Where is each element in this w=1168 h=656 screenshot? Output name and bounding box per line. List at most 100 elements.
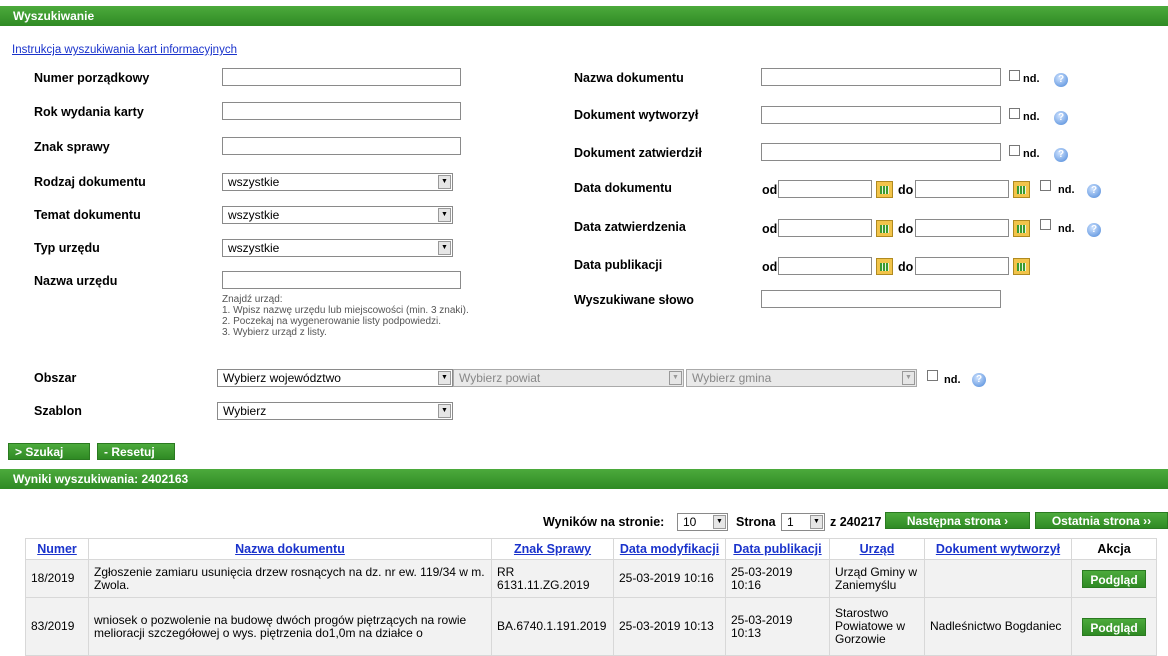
results-header: Wyniki wyszukiwania: 2402163 bbox=[0, 469, 1168, 489]
podglad-button[interactable]: Podgląd bbox=[1082, 617, 1146, 636]
table-header-row: Numer Nazwa dokumentu Znak Sprawy Data m… bbox=[25, 538, 1157, 560]
cell-wytworzyl bbox=[924, 559, 1072, 598]
wyszukiwane-slowo-label: Wyszukiwane słowo bbox=[574, 293, 694, 307]
col-data-publikacji[interactable]: Data publikacji bbox=[725, 538, 830, 560]
nd-label: nd. bbox=[1058, 184, 1075, 196]
wyszukiwane-slowo-input[interactable] bbox=[761, 290, 1001, 308]
help-icon[interactable]: ? bbox=[1087, 184, 1101, 198]
per-page-value: 10 bbox=[683, 515, 697, 529]
search-button[interactable]: > Szukaj bbox=[8, 443, 90, 460]
table-row: 83/2019 wniosek o pozwolenie na budowę d… bbox=[25, 597, 1157, 656]
cell-akcja: Podgląd bbox=[1071, 597, 1157, 656]
znak-input[interactable] bbox=[222, 137, 461, 155]
calendar-icon[interactable] bbox=[876, 181, 893, 198]
table-row: 18/2019 Zgłoszenie zamiaru usunięcia drz… bbox=[25, 559, 1157, 598]
calendar-icon[interactable] bbox=[1013, 258, 1030, 275]
nd-label: nd. bbox=[1023, 111, 1040, 123]
chevron-down-icon[interactable]: ▼ bbox=[713, 515, 726, 529]
nd-checkbox[interactable] bbox=[927, 370, 938, 381]
help-icon[interactable]: ? bbox=[1054, 73, 1068, 87]
nd-checkbox[interactable] bbox=[1009, 70, 1020, 81]
chevron-down-icon[interactable]: ▼ bbox=[438, 371, 451, 385]
nd-label: nd. bbox=[1023, 73, 1040, 85]
do-label: do bbox=[898, 260, 914, 274]
data-publikacji-od-input[interactable] bbox=[778, 257, 872, 275]
cell-nazwa: wniosek o pozwolenie na budowę dwóch pro… bbox=[88, 597, 492, 656]
page-label: Strona bbox=[736, 515, 776, 529]
cell-data-mod: 25-03-2019 10:13 bbox=[613, 597, 726, 656]
cell-data-publ: 25-03-2019 10:16 bbox=[725, 559, 830, 598]
data-zatwierdzenia-od-input[interactable] bbox=[778, 219, 872, 237]
cell-znak: BA.6740.1.191.2019 bbox=[491, 597, 614, 656]
cell-urzad: Starostwo Powiatowe w Gorzowie bbox=[829, 597, 925, 656]
nazwa-urzedu-input[interactable] bbox=[222, 271, 461, 289]
temat-select[interactable]: wszystkie ▼ bbox=[222, 206, 453, 224]
help-icon[interactable]: ? bbox=[1087, 223, 1101, 237]
szablon-select[interactable]: Wybierz ▼ bbox=[217, 402, 453, 420]
rodzaj-label: Rodzaj dokumentu bbox=[34, 175, 146, 189]
calendar-icon[interactable] bbox=[1013, 220, 1030, 237]
data-dokumentu-do-input[interactable] bbox=[915, 180, 1009, 198]
col-nazwa-dokumentu[interactable]: Nazwa dokumentu bbox=[88, 538, 492, 560]
gmina-select-value: Wybierz gmina bbox=[692, 371, 772, 385]
znak-label: Znak sprawy bbox=[34, 140, 110, 154]
chevron-down-icon[interactable]: ▼ bbox=[810, 515, 823, 529]
rok-input[interactable] bbox=[222, 102, 461, 120]
do-label: do bbox=[898, 222, 914, 236]
calendar-icon[interactable] bbox=[876, 258, 893, 275]
od-label: od bbox=[762, 260, 778, 274]
nd-checkbox[interactable] bbox=[1040, 219, 1051, 230]
nd-label: nd. bbox=[944, 374, 961, 386]
data-dokumentu-od-input[interactable] bbox=[778, 180, 872, 198]
chevron-down-icon[interactable]: ▼ bbox=[438, 175, 451, 189]
chevron-down-icon: ▼ bbox=[902, 371, 915, 385]
help-icon[interactable]: ? bbox=[972, 373, 986, 387]
zatwierdzil-input[interactable] bbox=[761, 143, 1001, 161]
rodzaj-select[interactable]: wszystkie ▼ bbox=[222, 173, 453, 191]
hint-line: 1. Wpisz nazwę urzędu lub miejscowości (… bbox=[222, 305, 469, 316]
calendar-icon[interactable] bbox=[876, 220, 893, 237]
cell-data-mod: 25-03-2019 10:16 bbox=[613, 559, 726, 598]
wojewodztwo-select[interactable]: Wybierz województwo ▼ bbox=[217, 369, 453, 387]
typ-select-value: wszystkie bbox=[228, 241, 280, 255]
next-page-button[interactable]: Następna strona › bbox=[885, 512, 1030, 529]
nd-checkbox[interactable] bbox=[1009, 108, 1020, 119]
data-publikacji-label: Data publikacji bbox=[574, 258, 663, 272]
podglad-button[interactable]: Podgląd bbox=[1082, 569, 1146, 588]
chevron-down-icon[interactable]: ▼ bbox=[438, 208, 451, 222]
col-data-modyfikacji[interactable]: Data modyfikacji bbox=[613, 538, 726, 560]
reset-button[interactable]: - Resetuj bbox=[97, 443, 175, 460]
wytworzyl-input[interactable] bbox=[761, 106, 1001, 124]
col-dokument-wytworzyl[interactable]: Dokument wytworzył bbox=[924, 538, 1072, 560]
chevron-down-icon[interactable]: ▼ bbox=[438, 241, 451, 255]
page-value: 1 bbox=[787, 515, 794, 529]
numer-input[interactable] bbox=[222, 68, 461, 86]
help-icon[interactable]: ? bbox=[1054, 111, 1068, 125]
data-zatwierdzenia-do-input[interactable] bbox=[915, 219, 1009, 237]
data-publikacji-do-input[interactable] bbox=[915, 257, 1009, 275]
col-numer[interactable]: Numer bbox=[25, 538, 89, 560]
powiat-select: Wybierz powiat ▼ bbox=[453, 369, 684, 387]
page-select[interactable]: 1 ▼ bbox=[781, 513, 825, 531]
od-label: od bbox=[762, 222, 778, 236]
calendar-icon[interactable] bbox=[1013, 181, 1030, 198]
help-icon[interactable]: ? bbox=[1054, 148, 1068, 162]
do-label: do bbox=[898, 183, 914, 197]
instruction-link[interactable]: Instrukcja wyszukiwania kart informacyjn… bbox=[12, 44, 237, 56]
hint-line: 3. Wybierz urząd z listy. bbox=[222, 327, 327, 338]
last-page-button[interactable]: Ostatnia strona ›› bbox=[1035, 512, 1168, 529]
nazwa-dokumentu-input[interactable] bbox=[761, 68, 1001, 86]
col-urzad[interactable]: Urząd bbox=[829, 538, 925, 560]
nd-checkbox[interactable] bbox=[1009, 145, 1020, 156]
typ-select[interactable]: wszystkie ▼ bbox=[222, 239, 453, 257]
results-title: Wyniki wyszukiwania: 2402163 bbox=[13, 472, 189, 486]
obszar-label: Obszar bbox=[34, 371, 77, 385]
szablon-label: Szablon bbox=[34, 404, 82, 418]
szablon-select-value: Wybierz bbox=[223, 404, 267, 418]
col-znak-sprawy[interactable]: Znak Sprawy bbox=[491, 538, 614, 560]
nd-checkbox[interactable] bbox=[1040, 180, 1051, 191]
per-page-select[interactable]: 10 ▼ bbox=[677, 513, 728, 531]
rodzaj-select-value: wszystkie bbox=[228, 175, 280, 189]
wytworzyl-label: Dokument wytworzył bbox=[574, 108, 699, 122]
chevron-down-icon[interactable]: ▼ bbox=[438, 404, 451, 418]
